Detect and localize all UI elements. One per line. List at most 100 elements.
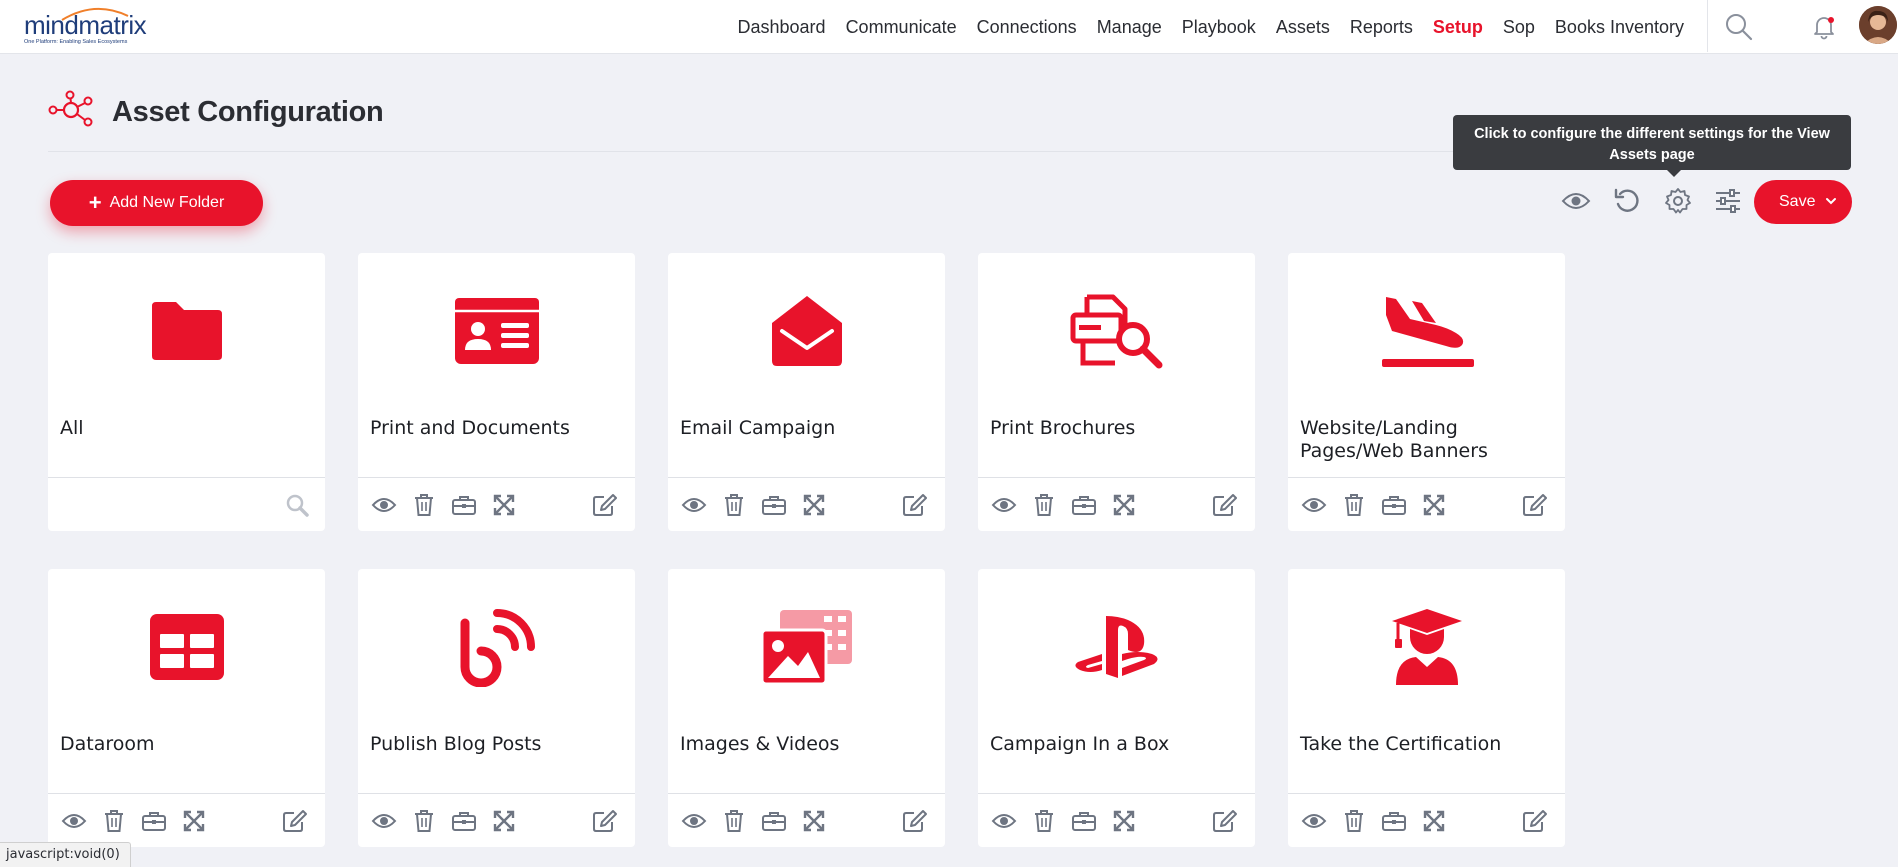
gear-icon[interactable] [1660, 183, 1696, 219]
expand-icon[interactable] [800, 807, 828, 835]
folder-label: Campaign In a Box [990, 733, 1170, 755]
expand-icon[interactable] [1420, 491, 1448, 519]
undo-icon[interactable] [1609, 183, 1645, 219]
expand-icon[interactable] [1110, 807, 1138, 835]
briefcase-icon[interactable] [1380, 491, 1408, 519]
asset-folder-card-website-landing-pages-web-banners[interactable]: Website/Landing Pages/Web Banners [1288, 253, 1565, 531]
edit-icon[interactable] [1211, 491, 1239, 519]
asset-folder-card-email-campaign[interactable]: Email Campaign [668, 253, 945, 531]
trash-icon[interactable] [100, 807, 128, 835]
briefcase-icon[interactable] [1380, 807, 1408, 835]
add-new-folder-label: Add New Folder [109, 194, 225, 211]
chevron-down-icon[interactable] [1824, 194, 1838, 213]
briefcase-icon[interactable] [140, 807, 168, 835]
nav-item-sop[interactable]: Sop [1503, 17, 1535, 38]
logo-tagline: One Platform: Enabling Sales Ecosystems [24, 39, 128, 45]
page-header: Asset Configuration [48, 90, 384, 135]
nav-divider [1707, 0, 1708, 52]
add-new-folder-button[interactable]: + Add New Folder [50, 180, 263, 226]
eye-icon[interactable] [990, 807, 1018, 835]
edit-icon[interactable] [1211, 807, 1239, 835]
edit-icon[interactable] [1521, 807, 1549, 835]
nav-item-setup[interactable]: Setup [1433, 17, 1483, 38]
asset-folder-card-images-videos[interactable]: Images & Videos [668, 569, 945, 847]
nav-item-connections[interactable]: Connections [977, 17, 1077, 38]
nav-item-reports[interactable]: Reports [1350, 17, 1413, 38]
status-bar: javascript:void(0) [0, 842, 131, 867]
trash-icon[interactable] [410, 491, 438, 519]
eye-icon[interactable] [370, 807, 398, 835]
nav-item-dashboard[interactable]: Dashboard [738, 17, 826, 38]
asset-folder-card-publish-blog-posts[interactable]: Publish Blog Posts [358, 569, 635, 847]
briefcase-icon[interactable] [760, 491, 788, 519]
eye-icon[interactable] [1300, 807, 1328, 835]
page-title: Asset Configuration [112, 96, 384, 128]
asset-folder-card-take-the-certification[interactable]: Take the Certification [1288, 569, 1565, 847]
nav-item-playbook[interactable]: Playbook [1182, 17, 1256, 38]
briefcase-icon[interactable] [1070, 491, 1098, 519]
search-icon[interactable] [1724, 12, 1754, 42]
asset-folder-card-all[interactable]: All [48, 253, 325, 531]
expand-icon[interactable] [1110, 491, 1138, 519]
eye-icon[interactable] [680, 491, 708, 519]
trash-icon[interactable] [1340, 491, 1368, 519]
trash-icon[interactable] [410, 807, 438, 835]
trash-icon[interactable] [1030, 807, 1058, 835]
card-footer [668, 477, 945, 531]
plane-landing-icon [1288, 283, 1565, 379]
edit-icon[interactable] [901, 807, 929, 835]
playstation-icon [978, 599, 1255, 695]
top-nav-bar: mindmatrix One Platform: Enabling Sales … [0, 0, 1898, 54]
edit-icon[interactable] [591, 807, 619, 835]
expand-icon[interactable] [1420, 807, 1448, 835]
save-button[interactable]: Save [1754, 180, 1852, 224]
card-footer [1288, 793, 1565, 847]
briefcase-icon[interactable] [450, 807, 478, 835]
eye-icon[interactable] [370, 491, 398, 519]
eye-icon[interactable] [1300, 491, 1328, 519]
card-footer [668, 793, 945, 847]
mindmatrix-logo[interactable]: mindmatrix One Platform: Enabling Sales … [24, 6, 154, 48]
folder-label: All [60, 417, 84, 439]
trash-icon[interactable] [1340, 807, 1368, 835]
briefcase-icon[interactable] [450, 491, 478, 519]
nav-item-communicate[interactable]: Communicate [846, 17, 957, 38]
sliders-icon[interactable] [1710, 183, 1746, 219]
nav-item-manage[interactable]: Manage [1097, 17, 1162, 38]
trash-icon[interactable] [720, 491, 748, 519]
logo-wordmark: mindmatrix [24, 10, 147, 40]
expand-icon[interactable] [800, 491, 828, 519]
expand-icon[interactable] [490, 807, 518, 835]
nav-item-assets[interactable]: Assets [1276, 17, 1330, 38]
briefcase-icon[interactable] [1070, 807, 1098, 835]
asset-folder-card-dataroom[interactable]: Dataroom [48, 569, 325, 847]
asset-folder-card-print-and-documents[interactable]: Print and Documents [358, 253, 635, 531]
edit-icon[interactable] [591, 491, 619, 519]
briefcase-icon[interactable] [760, 807, 788, 835]
eye-icon[interactable] [680, 807, 708, 835]
edit-icon[interactable] [281, 807, 309, 835]
folder-label: Website/Landing Pages/Web Banners [1300, 417, 1488, 462]
expand-icon[interactable] [490, 491, 518, 519]
search-icon[interactable] [283, 491, 311, 519]
asset-folder-card-campaign-in-a-box[interactable]: Campaign In a Box [978, 569, 1255, 847]
folder-label: Dataroom [60, 733, 155, 755]
folder-label: Email Campaign [680, 417, 836, 439]
eye-icon[interactable] [60, 807, 88, 835]
save-label: Save [1779, 193, 1816, 210]
nav-item-books-inventory[interactable]: Books Inventory [1555, 17, 1684, 38]
card-footer [358, 793, 635, 847]
card-footer [358, 477, 635, 531]
bell-icon[interactable] [1809, 12, 1839, 42]
edit-icon[interactable] [1521, 491, 1549, 519]
id-card-icon [358, 283, 635, 379]
asset-folder-card-print-brochures[interactable]: Print Brochures [978, 253, 1255, 531]
grid-table-icon [48, 599, 325, 695]
trash-icon[interactable] [720, 807, 748, 835]
eye-icon[interactable] [990, 491, 1018, 519]
avatar[interactable] [1859, 6, 1897, 44]
expand-icon[interactable] [180, 807, 208, 835]
trash-icon[interactable] [1030, 491, 1058, 519]
edit-icon[interactable] [901, 491, 929, 519]
eye-icon[interactable] [1558, 183, 1594, 219]
